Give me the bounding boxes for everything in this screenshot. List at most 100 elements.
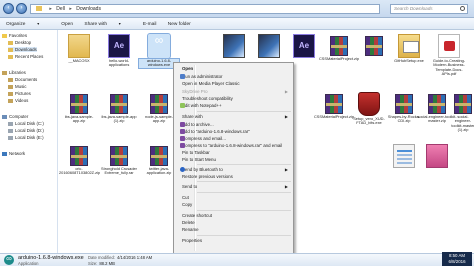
new-folder-button[interactable]: New folder <box>168 22 191 27</box>
pictures-icon <box>8 91 13 96</box>
file-item[interactable]: ibs-java-sample-app.zip <box>59 92 99 124</box>
menu-item-compress-and-email[interactable]: Compress and email... <box>176 135 292 142</box>
submenu-arrow-icon: ▶ <box>284 114 288 119</box>
file-item[interactable] <box>249 34 289 59</box>
file-item[interactable]: ibs-java-sample-app (1).zip <box>99 92 139 124</box>
image-icon <box>426 144 448 168</box>
submenu-arrow-icon: ▶ <box>284 167 288 172</box>
menu-item-open-media-player-classic[interactable]: Open in Media Player Classic <box>176 80 292 87</box>
file-item[interactable]: CSSMaterialProject.zip <box>319 34 359 61</box>
menu-item-rename[interactable]: Rename <box>176 226 292 233</box>
videos-icon <box>8 98 13 103</box>
menu-item-edit-with-notepad[interactable]: Edit with Notepad++ <box>176 102 292 109</box>
nav-item-music[interactable]: Music <box>8 84 26 89</box>
disk-icon <box>8 128 13 133</box>
disk-icon <box>8 135 13 140</box>
details-size: Size: 88.2 MB <box>88 261 115 266</box>
menu-item-cut[interactable]: Cut <box>176 194 292 201</box>
desktop-icon <box>8 40 13 45</box>
file-item[interactable]: social-engineer-toolkit-master (1).zip <box>451 92 474 132</box>
system-clock[interactable]: 8:50 AM 6/8/2016 <box>442 252 472 266</box>
menu-item-run-as-administrator[interactable]: Run as administrator <box>176 73 292 80</box>
file-item[interactable]: CSSMaterialProject.zip <box>314 92 354 119</box>
menu-separator <box>197 181 291 182</box>
nav-item-local-disk-d[interactable]: Local Disk (D:) <box>8 128 44 133</box>
menu-separator <box>197 192 291 193</box>
forward-button[interactable]: › <box>16 3 27 14</box>
breadcrumb[interactable]: ▸ Dell ▸ Downloads <box>30 4 380 14</box>
file-item[interactable]: Stronghold Crusader Extreme_fully.rar <box>99 144 139 176</box>
share-with-button[interactable]: Share with ▼ <box>84 22 131 27</box>
address-bar: ‹ › ▸ Dell ▸ Downloads Search Downloads <box>0 0 474 18</box>
archive-icon <box>110 146 128 166</box>
caret-down-icon: ▼ <box>118 22 122 26</box>
archive-icon <box>150 146 168 166</box>
recent-places-icon <box>8 54 13 59</box>
archive-icon <box>70 94 88 114</box>
file-item[interactable]: Setup_vero_XUD-FTAD_bits.exe <box>349 92 389 126</box>
open-button[interactable]: Open <box>61 22 73 27</box>
file-item[interactable] <box>417 144 457 169</box>
menu-item-send-by-bluetooth[interactable]: Send by Bluetooth to ▶ <box>176 166 292 173</box>
menu-item-copy[interactable]: Copy <box>176 201 292 208</box>
file-item[interactable]: Ae hello-world-applications <box>99 34 139 68</box>
submenu-arrow-icon: ▶ <box>284 89 288 94</box>
menu-item-delete[interactable]: Delete <box>176 219 292 226</box>
menu-item-add-to-rar[interactable]: Add to "arduino-1.6.8-windows.rar" <box>176 128 292 135</box>
menu-item-send-to[interactable]: Send to ▶ <box>176 183 292 190</box>
nav-favorites[interactable]: Favorites <box>2 33 27 38</box>
menu-item-compress-rar-and-email[interactable]: Compress to "arduino-1.6.8-windows.rar" … <box>176 142 292 149</box>
nav-item-downloads[interactable]: Downloads <box>8 47 37 52</box>
nav-item-pictures[interactable]: Pictures <box>8 91 31 96</box>
winrar-icon <box>180 122 185 127</box>
menu-item-skydrive-pro[interactable]: SkyDrive Pro ▶ <box>176 88 292 95</box>
nav-item-desktop[interactable]: Desktop <box>8 40 31 45</box>
menu-item-properties[interactable]: Properties <box>176 237 292 244</box>
menu-item-pin-to-start-menu[interactable]: Pin to Start Menu <box>176 156 292 163</box>
back-button[interactable]: ‹ <box>3 3 14 14</box>
nav-item-videos[interactable]: Videos <box>8 98 28 103</box>
caret-down-icon: ▼ <box>36 22 40 26</box>
nav-item-documents[interactable]: Documents <box>8 77 37 82</box>
search-input[interactable]: Search Downloads <box>390 4 468 14</box>
file-item[interactable]: cric-20160608T103802Z.zip <box>59 144 100 176</box>
bluetooth-icon <box>180 167 185 172</box>
organize-button[interactable]: Organize ▼ <box>6 22 50 27</box>
file-item[interactable]: GitHubSetup.exe <box>389 34 429 63</box>
file-item[interactable]: Guide-to-Creating-Modern-Business-Templa… <box>429 34 469 76</box>
winrar-icon <box>180 136 185 141</box>
nav-network[interactable]: Network <box>2 151 25 156</box>
music-icon <box>8 84 13 89</box>
menu-item-add-to-archive[interactable]: Add to archive... <box>176 121 292 128</box>
menu-item-open[interactable]: Open <box>176 65 292 72</box>
menu-separator <box>197 111 291 112</box>
menu-item-restore-previous-versions[interactable]: Restore previous versions <box>176 173 292 180</box>
menu-separator <box>197 164 291 165</box>
image-icon <box>223 34 245 58</box>
file-item[interactable] <box>214 34 254 59</box>
search-placeholder: Search Downloads <box>394 6 433 11</box>
nav-item-local-disk-e[interactable]: Local Disk (E:) <box>8 135 44 140</box>
nav-item-recent-places[interactable]: Recent Places <box>8 54 43 59</box>
network-icon <box>2 151 7 156</box>
html-file-icon <box>393 144 415 168</box>
command-bar: Organize ▼ Open Share with ▼ E-mail New fo… <box>0 18 474 30</box>
nav-item-local-disk-c[interactable]: Local Disk (C:) <box>8 121 44 126</box>
email-button[interactable]: E-mail <box>143 22 157 27</box>
menu-item-pin-to-taskbar[interactable]: Pin to Taskbar <box>176 149 292 156</box>
menu-item-troubleshoot-compatibility[interactable]: Troubleshoot compatibility <box>176 95 292 102</box>
menu-item-share-with[interactable]: Share with ▶ <box>176 113 292 120</box>
star-icon <box>2 33 7 38</box>
file-item[interactable]: __MACOSX <box>59 34 99 63</box>
nav-computer[interactable]: Computer <box>2 114 28 119</box>
archive-icon <box>365 36 383 56</box>
search-icon <box>460 6 465 11</box>
file-item[interactable]: Ae <box>284 34 324 59</box>
breadcrumb-item-downloads[interactable]: Downloads <box>76 6 101 12</box>
nav-libraries[interactable]: Libraries <box>2 70 26 75</box>
shield-icon <box>358 92 380 116</box>
downloads-icon <box>8 47 13 52</box>
breadcrumb-item-dell[interactable]: Dell <box>56 6 65 12</box>
file-item[interactable] <box>354 34 394 57</box>
menu-item-create-shortcut[interactable]: Create shortcut <box>176 212 292 219</box>
